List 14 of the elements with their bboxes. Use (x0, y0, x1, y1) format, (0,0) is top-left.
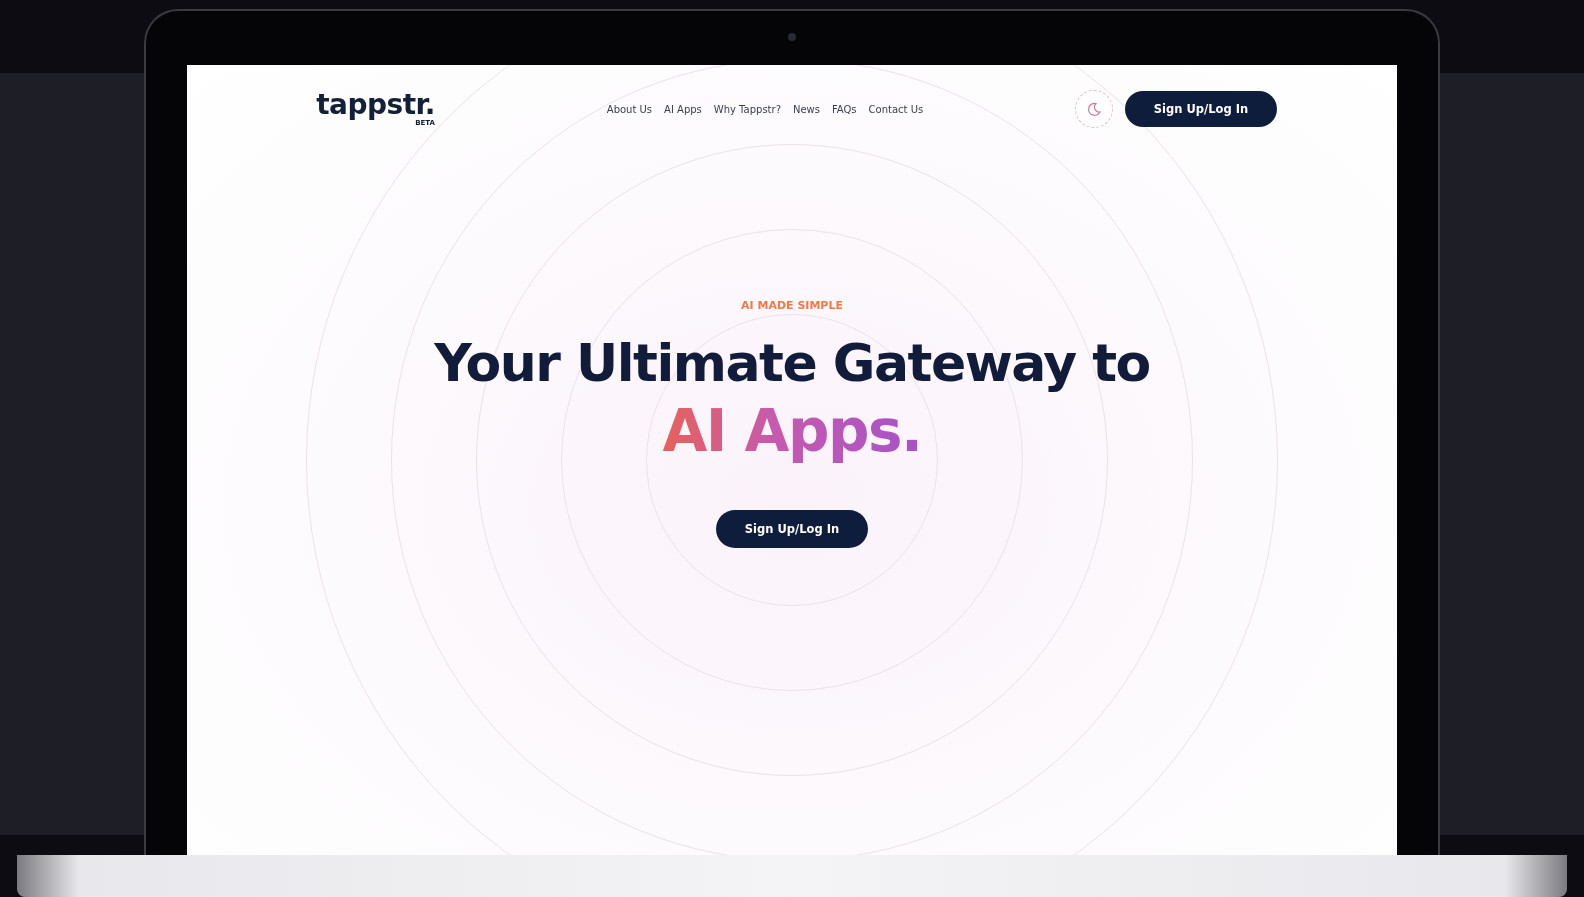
theme-toggle-button[interactable] (1075, 90, 1113, 128)
eyebrow-text: AI MADE SIMPLE (741, 299, 843, 312)
logo-wordmark[interactable]: tappstr. (316, 91, 435, 119)
headline: Your Ultimate Gateway to (434, 332, 1150, 395)
nav-link[interactable]: Contact Us (868, 103, 924, 115)
camera-icon (788, 33, 796, 41)
nav-link[interactable]: AI Apps (664, 103, 702, 115)
sign-up-button[interactable]: Sign Up/Log In (1125, 91, 1277, 127)
moon-icon (1086, 101, 1102, 117)
nav-link[interactable]: News (792, 103, 820, 115)
sign-up-button[interactable]: Sign Up/Log In (716, 509, 868, 548)
nav-link[interactable]: FAQs (832, 103, 857, 115)
nav-link[interactable]: About Us (606, 103, 653, 115)
nav-link[interactable]: Why Tappstr? (713, 103, 781, 115)
